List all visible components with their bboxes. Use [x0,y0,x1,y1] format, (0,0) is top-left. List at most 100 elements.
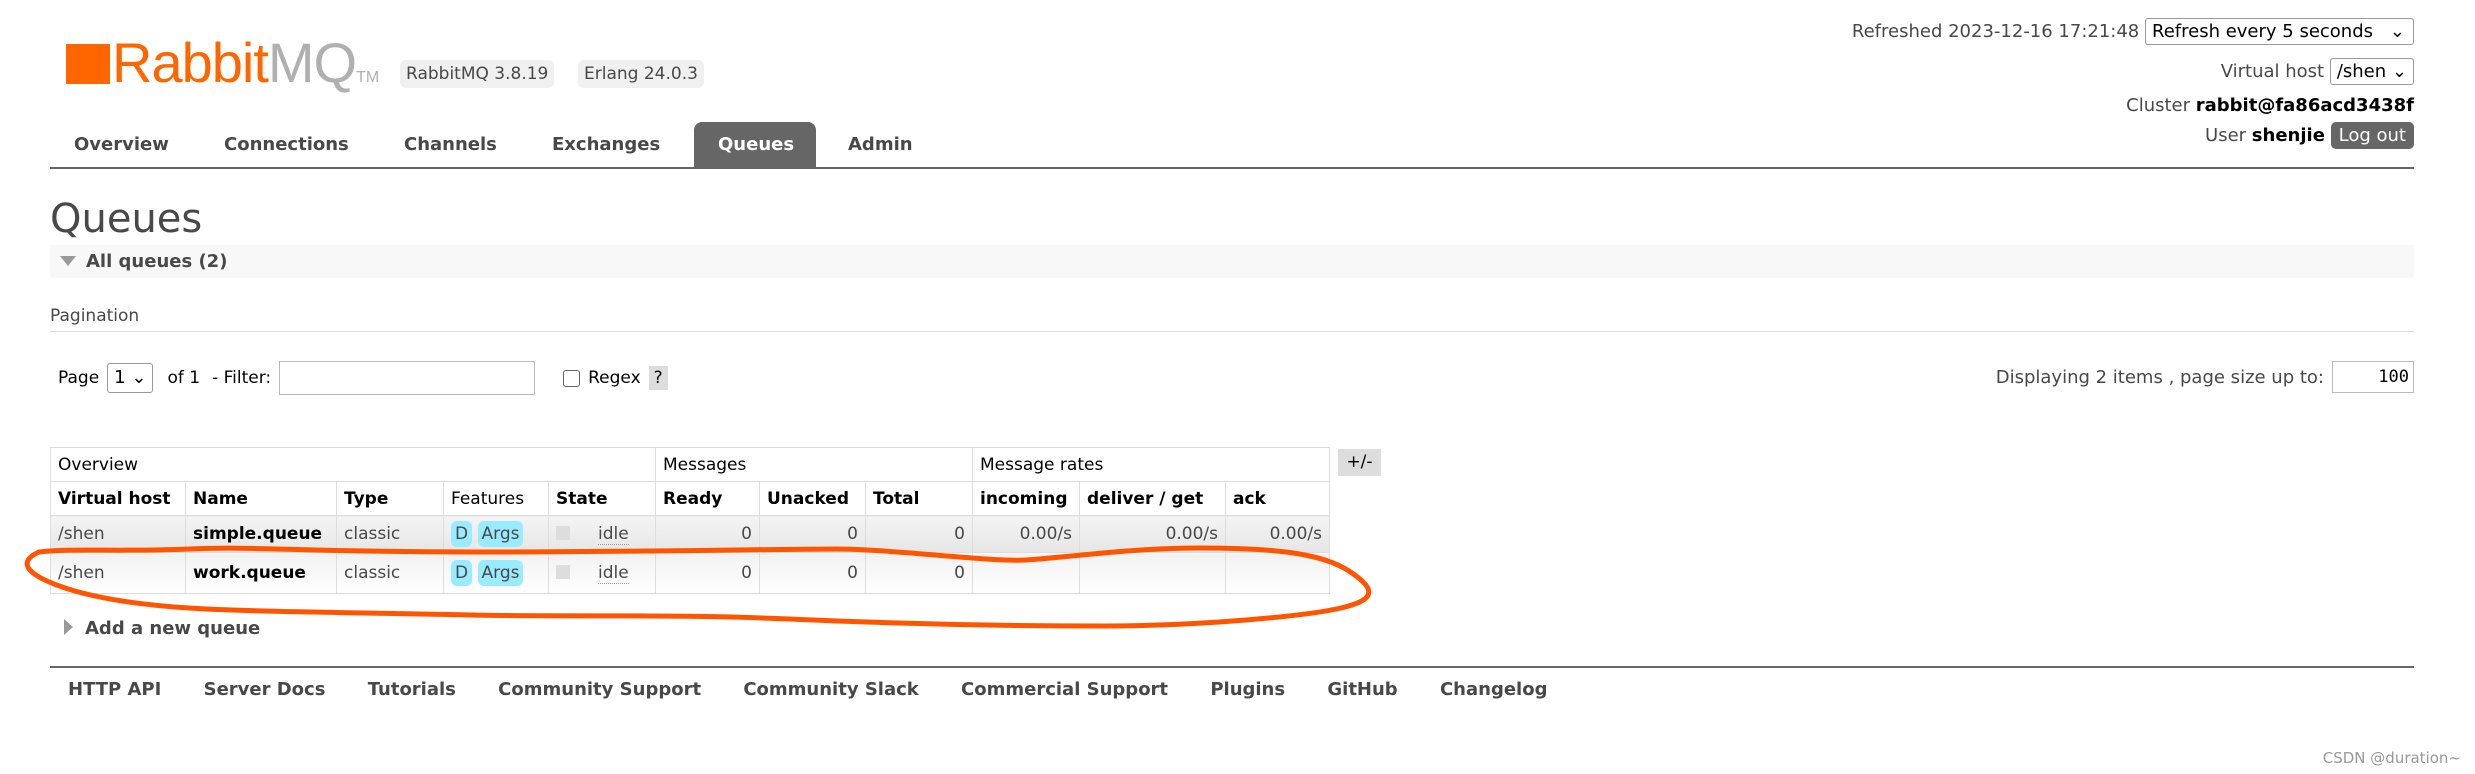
triangle-down-icon [60,256,76,266]
ready-cell: 0 [655,552,760,594]
cluster-row: Cluster rabbit@fa86acd3438f [2126,95,2414,116]
table-row[interactable]: /shen work.queue classic D Args idle 0 0… [50,552,1330,594]
refresh-interval-select[interactable]: Refresh every 5 seconds ⌄ [2145,18,2414,45]
column-header-row: Virtual host Name Type Features State Re… [50,481,1330,516]
total-cell: 0 [865,515,973,553]
ready-cell: 0 [655,515,760,553]
pagination-controls: Page 1 ⌄ of 1 - Filter: Regex ? [58,361,668,395]
queue-name-link[interactable]: simple.queue [185,515,337,553]
col-ack[interactable]: ack [1225,481,1330,516]
type-cell: classic [336,552,444,594]
main-nav: Overview Connections Channels Exchanges … [50,122,2414,169]
col-virtual-host[interactable]: Virtual host [50,481,186,516]
pagination-label: Pagination [50,306,140,326]
vhost-row: Virtual host /shen ⌄ [2221,58,2414,85]
deliver-get-cell [1079,552,1226,594]
queues-table: Overview Messages Message rates Virtual … [50,447,1330,594]
queue-name-link[interactable]: work.queue [185,552,337,594]
filter-input[interactable] [279,361,536,395]
footer-link-http-api[interactable]: HTTP API [68,679,161,700]
divider [50,331,2414,332]
col-name[interactable]: Name [185,481,337,516]
displaying-label: Displaying 2 items , page size up to: [1995,366,2324,388]
features-cell: D Args [443,515,549,553]
page-label: Page [58,368,100,388]
total-cell: 0 [865,552,973,594]
ack-cell [1225,552,1330,594]
tab-exchanges[interactable]: Exchanges [528,122,684,167]
footer-link-commercial-support[interactable]: Commercial Support [961,679,1168,700]
table-row[interactable]: /shen simple.queue classic D Args idle 0… [50,515,1330,553]
group-messages: Messages [655,447,973,482]
state-cell: idle [548,552,656,594]
chevron-down-icon: ⌄ [2391,61,2407,82]
col-total[interactable]: Total [865,481,973,516]
triangle-right-icon [64,619,73,635]
args-tag: Args [477,560,524,586]
group-overview: Overview [50,447,656,482]
all-queues-section-toggle[interactable]: All queues (2) [50,245,2414,278]
rabbitmq-logo: RabbitMQTM [66,30,379,95]
col-features: Features [443,481,549,516]
page-size-input[interactable]: 100 [2332,361,2414,393]
of-pages-label: of 1 [167,368,201,388]
tab-admin[interactable]: Admin [824,122,937,167]
col-state[interactable]: State [548,481,656,516]
filter-label: - Filter: [212,368,272,388]
cluster-name: rabbit@fa86acd3438f [2195,95,2414,116]
args-tag: Args [477,521,524,547]
unacked-cell: 0 [759,515,866,553]
regex-help-button[interactable]: ? [648,366,668,390]
refreshed-label: Refreshed 2023-12-16 17:21:48 [1851,21,2140,42]
chevron-down-icon: ⌄ [2389,21,2405,42]
footer-link-github[interactable]: GitHub [1327,679,1397,700]
features-cell: D Args [443,552,549,594]
erlang-version-badge: Erlang 24.0.3 [578,60,704,88]
rabbit-logo-icon [66,44,110,84]
footer-link-community-support[interactable]: Community Support [498,679,701,700]
ack-cell: 0.00/s [1225,515,1330,553]
group-message-rates: Message rates [972,447,1330,482]
durable-tag: D [451,521,473,547]
regex-label: Regex [588,368,641,388]
col-incoming[interactable]: incoming [972,481,1080,516]
footer-link-tutorials[interactable]: Tutorials [368,679,456,700]
state-cell: idle [548,515,656,553]
add-queue-toggle[interactable]: Add a new queue [50,618,260,639]
footer-link-changelog[interactable]: Changelog [1440,679,1548,700]
state-indicator-icon [556,565,570,579]
col-type[interactable]: Type [336,481,444,516]
col-unacked[interactable]: Unacked [759,481,866,516]
vhost-select[interactable]: /shen ⌄ [2329,58,2414,85]
chevron-down-icon: ⌄ [131,367,147,388]
footer-link-plugins[interactable]: Plugins [1210,679,1285,700]
rabbitmq-version-badge: RabbitMQ 3.8.19 [400,60,555,88]
group-header-row: Overview Messages Message rates [50,447,1330,482]
footer-links: HTTP API Server Docs Tutorials Community… [68,679,1583,700]
tab-overview[interactable]: Overview [50,122,193,167]
tab-connections[interactable]: Connections [200,122,373,167]
watermark: CSDN @duration~ [2322,749,2461,767]
footer-link-community-slack[interactable]: Community Slack [743,679,918,700]
vhost-cell: /shen [50,552,186,594]
col-ready[interactable]: Ready [655,481,760,516]
regex-checkbox[interactable] [563,369,581,387]
type-cell: classic [336,515,444,553]
page-size-controls: Displaying 2 items , page size up to: 10… [1996,361,2414,393]
tab-queues[interactable]: Queues [694,122,816,167]
col-deliver-get[interactable]: deliver / get [1079,481,1226,516]
unacked-cell: 0 [759,552,866,594]
tab-channels[interactable]: Channels [380,122,521,167]
footer-link-server-docs[interactable]: Server Docs [204,679,326,700]
incoming-cell: 0.00/s [972,515,1080,553]
page-select[interactable]: 1 ⌄ [107,363,154,393]
refresh-row: Refreshed 2023-12-16 17:21:48 Refresh ev… [1852,18,2414,45]
toggle-columns-button[interactable]: +/- [1338,449,1381,476]
durable-tag: D [451,560,473,586]
state-indicator-icon [556,526,570,540]
cluster-label: Cluster [2126,95,2191,116]
page-title: Queues [50,196,203,242]
footer-divider [50,666,2414,668]
incoming-cell [972,552,1080,594]
vhost-cell: /shen [50,515,186,553]
